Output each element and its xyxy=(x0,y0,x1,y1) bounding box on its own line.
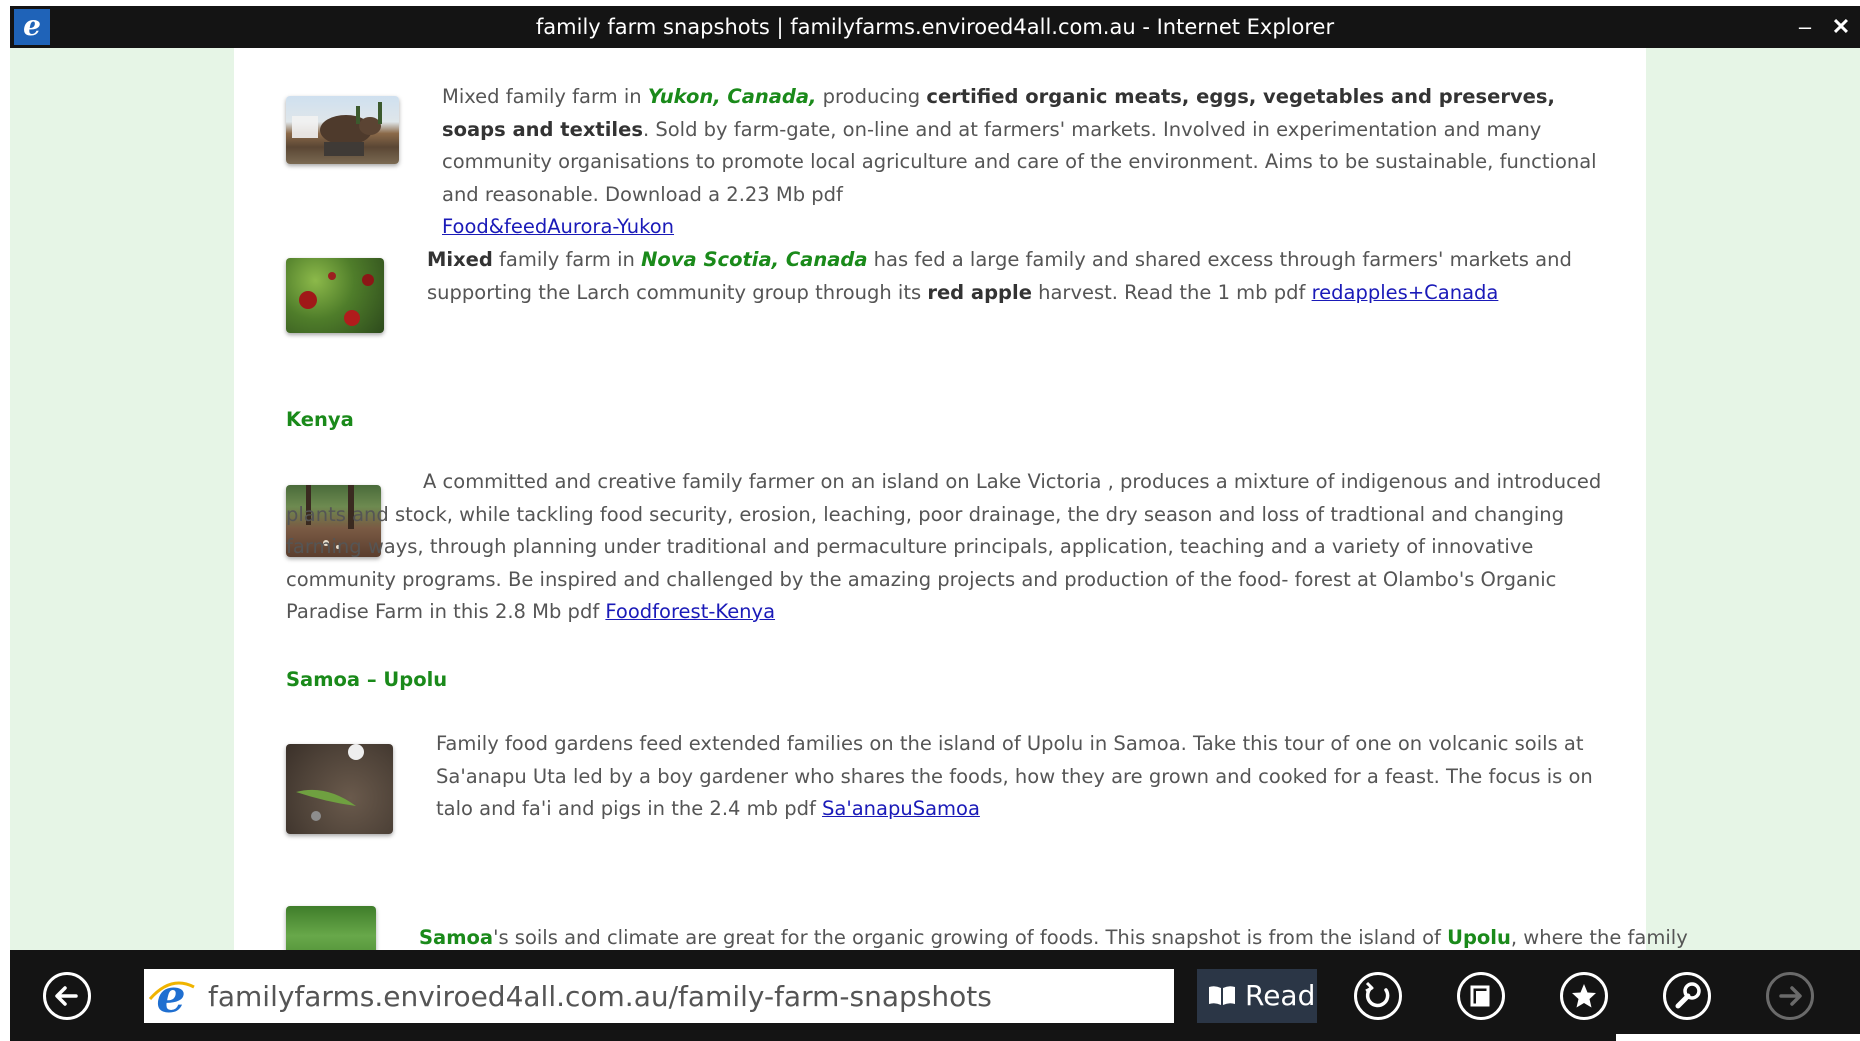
tabs-button[interactable] xyxy=(1457,972,1505,1020)
tools-wrench-icon xyxy=(1675,982,1701,1009)
entry-text: harvest. Read the 1 mb pdf xyxy=(1031,280,1312,304)
highlight-text: red apple xyxy=(927,280,1032,304)
screen-edge-strip xyxy=(1616,1034,1860,1041)
entry-text: , where the family xyxy=(1510,926,1688,949)
entry-description: Mixed family farm in Nova Scotia, Canada… xyxy=(427,244,1587,309)
entry-text: 's soils and climate are great for the o… xyxy=(493,926,1448,949)
entry-text: producing xyxy=(816,85,927,108)
browser-app-bar: e Read xyxy=(10,950,1860,1041)
back-icon xyxy=(55,986,78,1006)
reading-view-button[interactable]: Read xyxy=(1197,969,1317,1023)
forward-button[interactable] xyxy=(1766,972,1814,1020)
taro-illustration xyxy=(296,744,364,821)
pdf-link-yukon[interactable]: Food&feedAurora-Yukon xyxy=(442,215,674,238)
reading-book-icon xyxy=(1209,986,1235,1005)
address-bar[interactable]: e xyxy=(144,969,1174,1023)
pdf-link-samoa[interactable]: Sa'anapuSamoa xyxy=(822,797,980,820)
entry-text: Mixed family farm in xyxy=(442,85,648,108)
section-heading-samoa: Samoa – Upolu xyxy=(286,668,448,691)
section-heading-kenya: Kenya xyxy=(286,408,354,431)
page-tools-button[interactable] xyxy=(1663,972,1711,1020)
minimize-button[interactable]: – xyxy=(1790,6,1820,48)
region-name: Yukon, Canada, xyxy=(647,85,817,108)
page-content: Mixed family farm in Yukon, Canada, prod… xyxy=(234,48,1688,950)
page-viewport[interactable]: Mixed family farm in Yukon, Canada, prod… xyxy=(10,48,1860,950)
refresh-icon xyxy=(1365,981,1390,1008)
window-title-bar: e family farm snapshots | familyfarms.en… xyxy=(10,6,1860,48)
url-input[interactable] xyxy=(198,969,1172,1023)
svg-text:e: e xyxy=(156,969,185,1023)
window-title: family farm snapshots | familyfarms.envi… xyxy=(535,15,1335,39)
entry-description: A committed and creative family farmer o… xyxy=(286,466,1616,629)
place-name: Upolu xyxy=(1447,926,1511,949)
entry-lead: Mixed xyxy=(427,248,493,271)
entry-text: family farm in xyxy=(492,248,642,271)
close-button[interactable]: ✕ xyxy=(1826,6,1856,48)
apples-illustration xyxy=(299,272,374,326)
ie-icon: e xyxy=(144,969,198,1023)
pig-illustration xyxy=(292,102,382,156)
entry-text: A committed and creative family farmer o… xyxy=(286,470,1602,623)
favorites-button[interactable] xyxy=(1560,972,1608,1020)
pdf-link-apples[interactable]: redapples+Canada xyxy=(1312,281,1499,304)
place-name: Samoa xyxy=(419,926,494,949)
pig-farm-photo xyxy=(286,96,399,164)
region-name: Nova Scotia, Canada xyxy=(641,248,868,271)
red-apples-photo xyxy=(286,258,384,333)
favorites-star-icon xyxy=(1572,984,1596,1008)
tabs-icon xyxy=(1470,985,1490,1007)
entry-text: Family food gardens feed extended famili… xyxy=(436,732,1593,820)
entry-description: Samoa's soils and climate are great for … xyxy=(419,922,1688,950)
entry-description: Family food gardens feed extended famili… xyxy=(436,728,1616,826)
green-garden-photo xyxy=(286,906,376,950)
forward-icon xyxy=(1779,986,1802,1006)
entry-description: Mixed family farm in Yukon, Canada, prod… xyxy=(442,81,1602,244)
back-button[interactable] xyxy=(43,972,91,1020)
refresh-button[interactable] xyxy=(1354,972,1402,1020)
read-label: Read xyxy=(1245,979,1316,1012)
pdf-link-kenya[interactable]: Foodforest-Kenya xyxy=(605,600,775,623)
garden-taro-photo xyxy=(286,744,393,834)
